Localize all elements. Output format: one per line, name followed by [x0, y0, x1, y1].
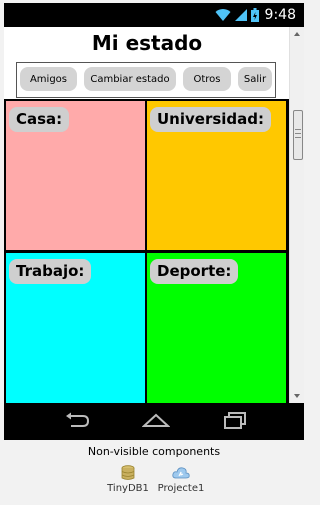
app-screen: Mi estado Amigos Cambiar estado Otros Sa…	[4, 27, 304, 403]
universidad-label: Universidad:	[150, 107, 272, 132]
home-icon[interactable]	[141, 410, 171, 432]
button-bar: Amigos Cambiar estado Otros Salir	[16, 62, 276, 98]
salir-button[interactable]: Salir	[238, 67, 272, 91]
tinydb-label: TinyDB1	[107, 483, 149, 494]
phone-mockup: 9:48 Mi estado Amigos Cambiar estado Otr…	[4, 3, 304, 440]
scroll-down-icon[interactable]	[290, 391, 304, 401]
projecte-component[interactable]: Projecte1	[151, 465, 211, 494]
casa-panel[interactable]: Casa:	[6, 101, 145, 250]
signal-icon	[234, 9, 247, 21]
recent-apps-icon[interactable]	[220, 410, 250, 432]
status-icons: 9:48	[215, 7, 296, 23]
status-grid: Casa: Universidad: Trabajo: Deporte:	[4, 99, 290, 403]
casa-label: Casa:	[9, 107, 70, 132]
projecte-label: Projecte1	[157, 483, 205, 494]
cloud-icon	[172, 467, 190, 479]
scrollbar-thumb[interactable]	[293, 110, 303, 160]
scroll-up-icon[interactable]	[290, 29, 304, 39]
nonvisible-components-heading: Non-visible components	[87, 445, 221, 458]
database-icon	[121, 465, 135, 480]
tinydb-component[interactable]: TinyDB1	[98, 465, 158, 494]
battery-icon	[250, 8, 259, 22]
trabajo-label: Trabajo:	[9, 259, 92, 284]
universidad-panel[interactable]: Universidad:	[147, 101, 286, 250]
screen-title: Mi estado	[91, 31, 203, 55]
trabajo-panel[interactable]: Trabajo:	[6, 253, 145, 403]
scrollbar[interactable]	[289, 27, 304, 403]
otros-button[interactable]: Otros	[183, 67, 231, 91]
deporte-label: Deporte:	[150, 259, 239, 284]
wifi-icon	[215, 9, 231, 21]
back-icon[interactable]	[62, 410, 92, 432]
status-time: 9:48	[264, 7, 296, 23]
deporte-panel[interactable]: Deporte:	[147, 253, 286, 403]
navigation-bar	[4, 403, 304, 440]
cambiar-estado-button[interactable]: Cambiar estado	[84, 67, 176, 91]
status-bar: 9:48	[4, 3, 304, 27]
amigos-button[interactable]: Amigos	[20, 67, 77, 91]
